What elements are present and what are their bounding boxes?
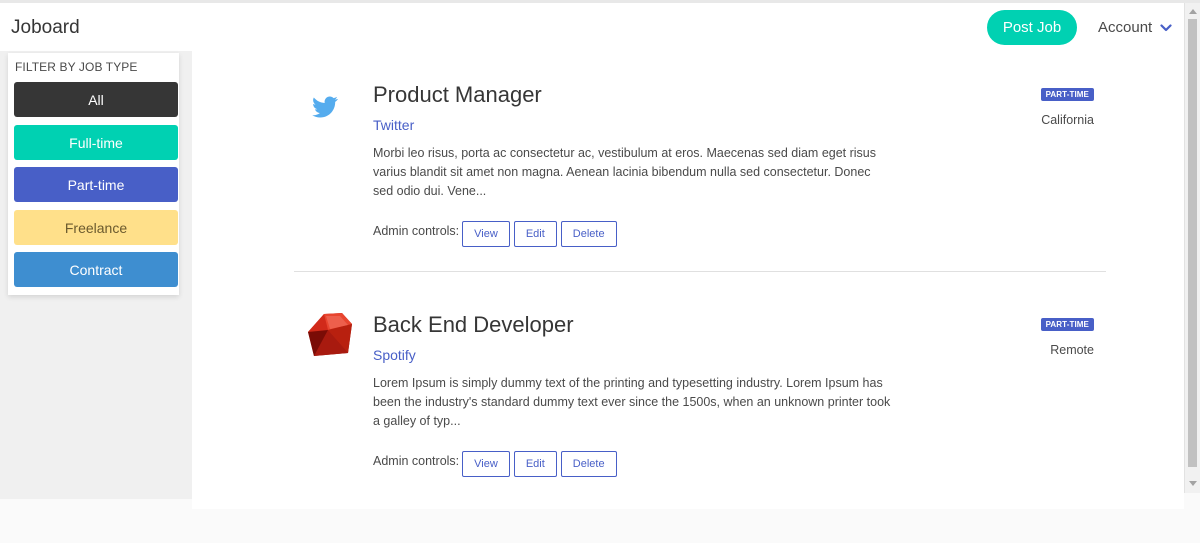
- scroll-up-icon[interactable]: [1189, 9, 1197, 14]
- filter-full-time-button[interactable]: Full-time: [14, 125, 178, 160]
- job-location: Remote: [1050, 343, 1094, 357]
- admin-controls-label: Admin controls:: [373, 224, 460, 238]
- scroll-down-icon[interactable]: [1189, 481, 1197, 486]
- job-location: California: [1041, 113, 1094, 127]
- ruby-gem-icon: [308, 313, 352, 356]
- company-link[interactable]: Spotify: [373, 347, 416, 363]
- chevron-down-icon: [1160, 23, 1172, 31]
- admin-controls: Admin controls: View Edit Delete: [373, 450, 621, 477]
- filter-part-time-button[interactable]: Part-time: [14, 167, 178, 202]
- view-button[interactable]: View: [462, 221, 510, 247]
- vertical-scrollbar[interactable]: [1184, 3, 1200, 493]
- job-title[interactable]: Back End Developer: [373, 312, 574, 338]
- filter-freelance-button[interactable]: Freelance: [14, 210, 178, 245]
- navbar: Joboard Post Job Account: [0, 3, 1200, 51]
- post-job-button[interactable]: Post Job: [987, 10, 1077, 45]
- twitter-bird-icon: [312, 96, 338, 118]
- account-menu[interactable]: Account: [1098, 19, 1172, 36]
- account-label: Account: [1098, 19, 1153, 36]
- company-link[interactable]: Twitter: [373, 117, 414, 133]
- edit-button[interactable]: Edit: [513, 451, 557, 477]
- job-type-badge: PART-TIME: [1040, 318, 1094, 331]
- admin-controls-label: Admin controls:: [373, 454, 460, 468]
- filter-all-button[interactable]: All: [14, 82, 178, 117]
- job-description: Morbi leo risus, porta ac consectetur ac…: [373, 146, 877, 199]
- admin-controls: Admin controls: View Edit Delete: [373, 220, 621, 247]
- job-divider: [294, 271, 1106, 272]
- job-type-badge: PART-TIME: [1040, 88, 1094, 101]
- job-description: Lorem Ipsum is simply dummy text of the …: [373, 376, 891, 429]
- filter-contract-button[interactable]: Contract: [14, 252, 178, 287]
- delete-button[interactable]: Delete: [560, 221, 617, 247]
- edit-button[interactable]: Edit: [513, 221, 557, 247]
- scrollbar-thumb[interactable]: [1188, 19, 1197, 467]
- job-title[interactable]: Product Manager: [373, 82, 542, 108]
- filter-title: FILTER BY JOB TYPE: [15, 60, 138, 74]
- brand-logo[interactable]: Joboard: [11, 17, 80, 39]
- delete-button[interactable]: Delete: [560, 451, 617, 477]
- view-button[interactable]: View: [462, 451, 510, 477]
